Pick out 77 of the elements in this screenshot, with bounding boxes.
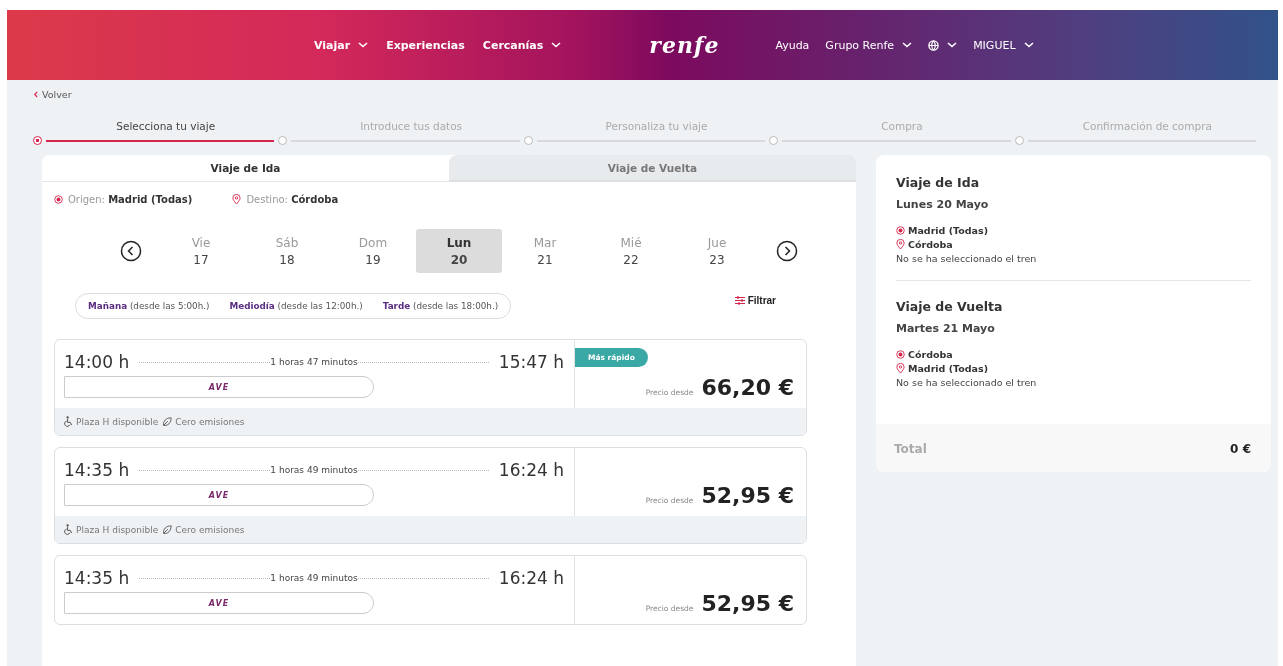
feature-text: Cero emisiones <box>175 416 245 427</box>
destination-text: Córdoba <box>908 239 953 250</box>
price-text: 52,95 € <box>701 483 794 508</box>
chevron-right-circle-icon <box>776 240 798 262</box>
sliders-icon <box>734 295 745 305</box>
feature-text: Cero emisiones <box>175 524 245 535</box>
origin-dot-icon <box>54 195 63 204</box>
total-amount: 0 € <box>1230 442 1251 456</box>
origin-dot-icon <box>896 226 905 235</box>
trip-date: Lunes 20 Mayo <box>896 198 990 211</box>
back-link[interactable]: Volver <box>33 89 1278 100</box>
chevron-left-circle-icon <box>120 240 142 262</box>
day-tab[interactable]: Dom 19 <box>330 229 416 273</box>
departure-time: 14:35 h <box>64 460 130 480</box>
nav-menu-item[interactable]: Grupo Renfe <box>825 38 913 52</box>
origin-dot-icon <box>896 350 905 359</box>
origin-text: Córdoba <box>908 349 953 360</box>
time-filter-chip[interactable]: Mediodía (desde las 12:00h.) <box>229 301 363 311</box>
feature-text: Plaza H disponible <box>76 416 159 427</box>
nav-menu-item[interactable]: MIGUEL <box>973 38 1034 52</box>
trip-date: Martes 21 Mayo <box>896 322 996 335</box>
duration-text: 1 horas 49 minutos <box>270 573 358 583</box>
trip-tab[interactable]: Viaje de Ida <box>42 155 449 182</box>
day-tab[interactable]: Sáb 18 <box>244 229 330 273</box>
duration-text: 1 horas 49 minutos <box>270 465 358 475</box>
day-tab[interactable]: Lun 20 <box>416 229 502 273</box>
ave-logo: AVE <box>208 382 230 392</box>
leaf-icon <box>162 416 173 427</box>
globe-icon <box>928 39 940 51</box>
step-label: Personaliza tu viaje <box>604 120 709 134</box>
origin-text: Origen: Madrid (Todas) <box>68 194 193 205</box>
renfe-logo[interactable]: renfe <box>649 32 720 58</box>
status-text: No se ha seleccionado el tren <box>896 253 1038 264</box>
day-tab[interactable]: Mar 21 <box>502 229 588 273</box>
step-label: Confirmación de compra <box>1081 120 1213 134</box>
origin-text: Madrid (Todas) <box>908 225 988 236</box>
wheelchair-icon <box>64 416 73 427</box>
wheelchair-icon <box>64 524 73 535</box>
previous-day-button[interactable] <box>120 240 142 262</box>
nav-menu-item[interactable]: Ayuda <box>775 38 810 52</box>
next-day-button[interactable] <box>776 240 798 262</box>
nav-menu-item[interactable]: Cercanías <box>482 38 562 52</box>
arrival-time: 15:47 h <box>498 352 564 372</box>
arrival-time: 16:24 h <box>498 568 564 588</box>
total-label: Total <box>894 442 927 456</box>
step-label: Selecciona tu viaje <box>115 120 217 134</box>
destination-text: Madrid (Todas) <box>908 363 988 374</box>
destination-text: Destino: Córdoba <box>246 194 339 205</box>
duration-text: 1 horas 47 minutos <box>270 357 358 367</box>
price-text: 52,95 € <box>701 591 794 616</box>
ave-logo: AVE <box>208 598 230 608</box>
chevron-left-icon <box>33 91 38 98</box>
step-label: Compra <box>880 120 924 134</box>
trip-title: Viaje de Vuelta <box>896 299 1004 314</box>
ave-logo: AVE <box>208 490 230 500</box>
price-text: 66,20 € <box>701 375 794 400</box>
arrival-time: 16:24 h <box>498 460 564 480</box>
day-tab[interactable]: Vie 17 <box>158 229 244 273</box>
time-filter-chip[interactable]: Tarde (desde las 18:00h.) <box>382 301 499 311</box>
nav-menu-item[interactable]: Experiencias <box>386 38 465 52</box>
status-text: No se ha seleccionado el tren <box>896 377 1038 388</box>
departure-time: 14:00 h <box>64 352 130 372</box>
language-menu[interactable] <box>928 39 958 51</box>
step-label: Introduce tus datos <box>359 120 464 134</box>
trip-title: Viaje de Ida <box>896 175 981 190</box>
nav-menu-item[interactable]: Viajar <box>314 38 369 52</box>
feature-text: Plaza H disponible <box>76 524 159 535</box>
day-tab[interactable]: Jue 23 <box>674 229 760 273</box>
leaf-icon <box>162 524 173 535</box>
filter-button[interactable]: Filtrar <box>734 294 776 306</box>
location-pin-icon <box>896 239 905 250</box>
day-tab[interactable]: Mié 22 <box>588 229 674 273</box>
trip-tab[interactable]: Viaje de Vuelta <box>449 155 856 182</box>
departure-time: 14:35 h <box>64 568 130 588</box>
time-filter-chip[interactable]: Mañana (desde las 5:00h.) <box>88 301 210 311</box>
location-pin-icon <box>896 363 905 374</box>
location-pin-icon <box>232 194 242 205</box>
